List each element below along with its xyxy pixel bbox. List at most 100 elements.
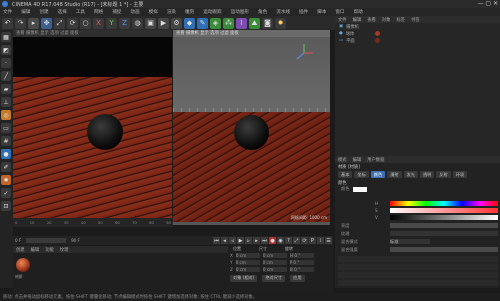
rot-p-field[interactable]: P 0 ° [289, 259, 314, 265]
subtab-reflectance[interactable]: 反射 [436, 171, 451, 178]
pen-icon[interactable]: ✎ [197, 17, 208, 29]
menu-mesh[interactable]: 网格 [94, 9, 103, 15]
start-frame[interactable]: 0 F [13, 238, 23, 243]
tab-mode[interactable]: 模式 [338, 157, 347, 163]
menu-character[interactable]: 角色 [258, 9, 267, 15]
z-axis-icon[interactable]: Z [119, 17, 130, 29]
viewport-right-menu[interactable]: 查看 摄像机 显示 选项 过滤 面板 [173, 30, 330, 37]
render-icon[interactable]: ▶ [158, 17, 169, 29]
om-menu-bookmarks[interactable]: 书签 [411, 17, 420, 23]
mm-menu-texture[interactable]: 纹理 [60, 247, 69, 253]
tab-user-data[interactable]: 用户数据 [367, 157, 384, 163]
menu-motion-tracking[interactable]: 运动跟踪 [203, 9, 221, 15]
axis-icon[interactable]: ⊥ [1, 97, 11, 107]
paint-icon[interactable]: ✸ [1, 175, 11, 185]
cube-icon[interactable]: ◆ [184, 17, 195, 29]
menu-file[interactable]: 文件 [3, 9, 12, 15]
menu-plugins[interactable]: 插件 [299, 9, 308, 15]
key-icon[interactable]: ? [285, 237, 292, 244]
scene-icon[interactable]: ⛰ [249, 17, 260, 29]
menu-tools[interactable]: 工具 [76, 9, 85, 15]
material-tag-icon[interactable] [375, 31, 380, 36]
menu-script[interactable]: 脚本 [317, 9, 326, 15]
prev-frame-icon[interactable]: ◃ [229, 237, 236, 244]
scale-key-icon[interactable]: ⤢ [293, 237, 300, 244]
size-mode-select[interactable]: 绝对尺寸 [262, 274, 286, 282]
point-key-icon[interactable]: ⁞ [317, 237, 324, 244]
subtab-color[interactable]: 颜色 [370, 171, 386, 178]
point-icon[interactable]: · [1, 58, 11, 68]
black-sphere-right[interactable] [234, 115, 269, 150]
saturation-slider[interactable] [390, 208, 498, 213]
hue-slider[interactable] [390, 201, 498, 206]
sculpt-icon[interactable]: ● [1, 149, 11, 159]
rotate-icon[interactable]: ⟳ [67, 17, 78, 29]
autokey-icon[interactable]: ◉ [277, 237, 284, 244]
list-item[interactable]: ▭ 平面 [335, 37, 500, 44]
size-y-field[interactable]: 0 cm [262, 259, 287, 265]
brightness-field[interactable] [390, 223, 498, 228]
menu-simulate[interactable]: 模拟 [149, 9, 158, 15]
workplane-icon[interactable]: ▭ [1, 123, 11, 133]
subtab-transparency[interactable]: 透明 [419, 171, 435, 178]
array-icon[interactable]: ⁂ [223, 17, 234, 29]
move-icon[interactable]: ✥ [41, 17, 52, 29]
texture-field[interactable] [390, 231, 498, 236]
perspective-viewport-right[interactable]: 查看 摄像机 显示 选项 过滤 面板 网格间距: 1000 cm [173, 30, 330, 225]
om-menu-tags[interactable]: 标签 [396, 17, 405, 23]
subtab-coord[interactable]: 坐标 [354, 171, 369, 178]
param-key-icon[interactable]: P [309, 237, 316, 244]
menu-mograph[interactable]: 运动图形 [231, 9, 249, 15]
menu-pipeline[interactable]: 流水线 [276, 9, 290, 15]
polygon-icon[interactable]: ▦ [1, 32, 11, 42]
x-axis-icon[interactable]: X [93, 17, 104, 29]
pos-y-field[interactable]: 0 cm [235, 259, 260, 265]
menu-help[interactable]: 帮助 [354, 9, 363, 15]
snap-icon[interactable]: ◎ [1, 110, 11, 120]
menu-window[interactable]: 窗口 [335, 9, 344, 15]
menu-snap[interactable]: 捕捉 [112, 9, 121, 15]
texture-icon[interactable]: ◩ [1, 45, 11, 55]
perspective-viewport-left[interactable]: 查看 摄像机 显示 选项 过滤 面板 [13, 30, 172, 218]
menu-sculpt[interactable]: 雕刻 [185, 9, 194, 15]
edge-icon[interactable]: ╱ [1, 71, 11, 81]
camera-icon[interactable]: ◙ [262, 17, 273, 29]
window-controls[interactable]: — ▢ ✕ [477, 0, 498, 7]
grid-icon[interactable]: # [1, 136, 11, 146]
redo-icon[interactable]: ↷ [15, 17, 26, 29]
menu-animate[interactable]: 动画 [130, 9, 139, 15]
poly-mode-icon[interactable]: ▰ [1, 84, 11, 94]
goto-end-icon[interactable]: ⏭ [261, 237, 268, 244]
coord-mode-select[interactable]: 对象 (相对) [230, 274, 258, 282]
tab-edit[interactable]: 编辑 [353, 157, 362, 163]
undo-icon[interactable]: ↶ [2, 17, 13, 29]
material-tag-icon[interactable] [375, 38, 380, 43]
subtab-environment[interactable]: 环境 [452, 171, 468, 178]
brush-icon[interactable]: ✐ [1, 162, 11, 172]
play-icon[interactable]: ▶ [237, 237, 244, 244]
object-icon[interactable]: ○ [80, 17, 91, 29]
mm-menu-function[interactable]: 功能 [45, 247, 54, 253]
rot-h-field[interactable]: H 0 ° [289, 252, 314, 258]
subtab-basic[interactable]: 基本 [338, 171, 353, 178]
scale-icon[interactable]: ⤢ [54, 17, 65, 29]
value-slider[interactable] [390, 215, 498, 220]
color-swatch[interactable] [353, 186, 368, 192]
light-icon[interactable]: ✹ [275, 17, 286, 29]
next-frame-icon[interactable]: ▹ [245, 237, 252, 244]
timeline-ruler[interactable]: 0 10 20 30 40 50 60 70 80 90 [13, 218, 173, 227]
menu-select[interactable]: 选择 [58, 9, 67, 15]
om-menu-object[interactable]: 对象 [382, 17, 391, 23]
mm-menu-edit[interactable]: 编辑 [31, 247, 40, 253]
pos-z-field[interactable]: 0 cm [235, 266, 260, 272]
rot-b-field[interactable]: B 0 ° [289, 266, 314, 272]
timeline-icon[interactable]: ☰ [325, 237, 332, 244]
next-key-icon[interactable]: ▸ [253, 237, 260, 244]
size-x-field[interactable]: 0 cm [262, 252, 287, 258]
prev-key-icon[interactable]: ◂ [221, 237, 228, 244]
menu-create[interactable]: 创建 [39, 9, 48, 15]
lock-icon[interactable]: ⊡ [1, 201, 11, 211]
end-frame[interactable]: 90 F [69, 238, 82, 243]
subtab-diffusion[interactable]: 漫射 [387, 171, 402, 178]
apply-button[interactable]: 应用 [290, 274, 305, 282]
